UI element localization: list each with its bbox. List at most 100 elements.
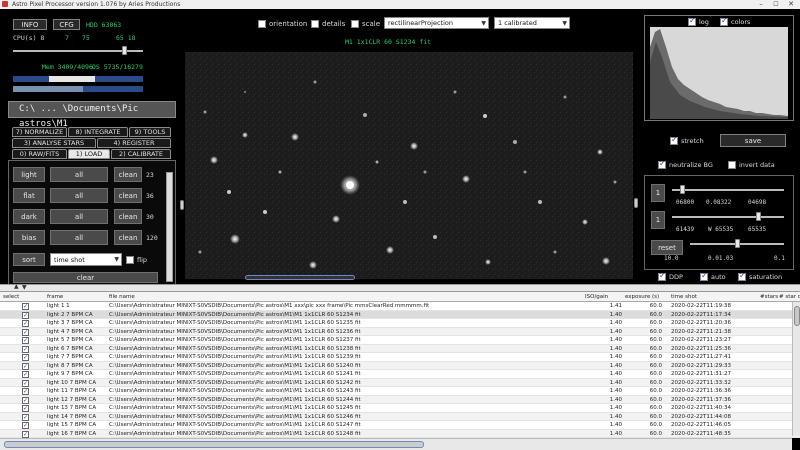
- clear-button[interactable]: clear: [13, 272, 158, 283]
- table-row[interactable]: ✓ light 4 7 BPM CA C:\Users\Administrate…: [0, 327, 800, 336]
- col-header-star-density[interactable]: # star de: [779, 292, 800, 302]
- tab-load[interactable]: 1) LOAD: [68, 149, 110, 159]
- row-select-checkbox[interactable]: ✓: [22, 388, 29, 395]
- row-select-checkbox[interactable]: ✓: [22, 379, 29, 387]
- row-select-checkbox[interactable]: ✓: [22, 422, 29, 429]
- col-header-frame[interactable]: frame: [47, 292, 105, 302]
- sort-dropdown[interactable]: time shot ▼: [50, 253, 122, 266]
- row-select-checkbox[interactable]: ✓: [22, 328, 29, 336]
- table-row[interactable]: ✓ light 5 7 BPM CA C:\Users\Administrate…: [0, 336, 800, 345]
- tab-tools[interactable]: 9) TOOLS: [129, 127, 171, 137]
- auto-checkbox[interactable]: [700, 271, 708, 281]
- tab-normalize[interactable]: 7) NORMALIZE: [12, 127, 67, 137]
- row-select-checkbox[interactable]: ✓: [22, 303, 29, 310]
- load-light-button[interactable]: light: [13, 167, 45, 182]
- orientation-checkbox[interactable]: [258, 20, 266, 28]
- right-panel-collapse-handle[interactable]: [634, 198, 638, 208]
- tab-calibrate[interactable]: 2) CALIBRATE: [111, 149, 171, 159]
- table-row[interactable]: ✓ light 16 7 BPM CA C:\Users\Administrat…: [0, 429, 800, 438]
- table-row[interactable]: ✓ light 3 7 BPM CA C:\Users\Administrate…: [0, 319, 800, 328]
- col-header-exposure[interactable]: exposure (s): [625, 292, 669, 302]
- projection-dropdown[interactable]: rectilinearProjection ▼: [384, 17, 489, 29]
- white-point-slider[interactable]: [672, 216, 784, 218]
- tab-raw-fits[interactable]: 0) RAW/FITS: [12, 149, 67, 159]
- table-row[interactable]: ✓ light 1 1 C:\Users\Administrateur MINI…: [0, 302, 800, 311]
- collapse-up-icon[interactable]: ▲: [14, 283, 19, 290]
- table-hscroll-thumb[interactable]: [4, 441, 424, 448]
- table-row[interactable]: ✓ light 14 7 BPM CA C:\Users\Administrat…: [0, 412, 800, 421]
- invert-data-checkbox[interactable]: [728, 161, 736, 169]
- table-row[interactable]: ✓ light 15 7 BPM CA C:\Users\Administrat…: [0, 421, 800, 430]
- info-button[interactable]: INFO: [13, 19, 47, 30]
- clean-bias-button[interactable]: clean: [114, 230, 142, 245]
- tab-register[interactable]: 4) REGISTER: [97, 138, 171, 148]
- load-dark-all-button[interactable]: all: [50, 209, 108, 224]
- colors-checkbox[interactable]: [720, 16, 728, 26]
- neutralize-bg-checkbox[interactable]: [658, 159, 666, 169]
- load-dark-button[interactable]: dark: [13, 209, 45, 224]
- table-row[interactable]: ✓ light 8 7 BPM CA C:\Users\Administrate…: [0, 361, 800, 370]
- maximize-button[interactable]: ☐: [769, 0, 783, 9]
- col-header-stars[interactable]: #stars: [760, 292, 778, 302]
- black-point-knob[interactable]: [680, 185, 685, 194]
- left-panel-collapse-handle[interactable]: [180, 200, 184, 210]
- midtone-knob[interactable]: [735, 239, 740, 248]
- white-point-button[interactable]: 1: [651, 211, 665, 229]
- collapse-down-icon[interactable]: ▼: [22, 284, 27, 291]
- load-flat-button[interactable]: flat: [13, 188, 45, 203]
- row-select-checkbox[interactable]: ✓: [22, 430, 29, 438]
- save-button[interactable]: save: [720, 134, 786, 147]
- cfg-button[interactable]: CFG: [53, 19, 80, 30]
- table-row[interactable]: ✓ light 7 7 BPM CA C:\Users\Administrate…: [0, 353, 800, 362]
- flip-checkbox[interactable]: [126, 256, 134, 264]
- details-checkbox[interactable]: [311, 20, 319, 28]
- row-select-checkbox[interactable]: ✓: [22, 320, 29, 327]
- table-horizontal-scrollbar[interactable]: [0, 438, 792, 450]
- table-row[interactable]: ✓ light 2 7 BPM CA C:\Users\Administrate…: [0, 310, 800, 319]
- black-point-button[interactable]: 1: [651, 184, 665, 202]
- ddp-checkbox[interactable]: [658, 271, 666, 281]
- stretch-checkbox[interactable]: [670, 135, 678, 145]
- black-point-slider[interactable]: [672, 189, 784, 191]
- row-select-checkbox[interactable]: ✓: [22, 345, 29, 353]
- col-header-iso-gain[interactable]: ISO/gain: [585, 292, 625, 302]
- clean-light-button[interactable]: clean: [114, 167, 142, 182]
- minimize-button[interactable]: –: [754, 0, 768, 9]
- image-viewer[interactable]: [185, 52, 633, 279]
- tab-analyse-stars[interactable]: 3) ANALYSE STARS: [12, 138, 96, 148]
- saturation-checkbox[interactable]: [738, 271, 746, 281]
- cpu-slider-knob[interactable]: [122, 46, 127, 55]
- calibration-dropdown[interactable]: 1 calibrated ▼: [494, 17, 570, 29]
- load-bias-all-button[interactable]: all: [50, 230, 108, 245]
- row-select-checkbox[interactable]: ✓: [22, 337, 29, 344]
- load-light-all-button[interactable]: all: [50, 167, 108, 182]
- table-vertical-scrollbar[interactable]: [792, 302, 800, 436]
- close-button[interactable]: ✕: [784, 0, 798, 9]
- table-row[interactable]: ✓ light 13 7 BPM CA C:\Users\Administrat…: [0, 404, 800, 413]
- row-select-checkbox[interactable]: ✓: [22, 311, 29, 319]
- row-select-checkbox[interactable]: ✓: [22, 405, 29, 412]
- clean-dark-button[interactable]: clean: [114, 209, 142, 224]
- reset-button[interactable]: reset: [651, 240, 683, 255]
- row-select-checkbox[interactable]: ✓: [22, 354, 29, 361]
- log-checkbox[interactable]: [688, 16, 696, 26]
- white-point-knob[interactable]: [756, 212, 761, 221]
- clean-flat-button[interactable]: clean: [114, 188, 142, 203]
- row-select-checkbox[interactable]: ✓: [22, 362, 29, 370]
- col-header-select[interactable]: select: [3, 292, 21, 302]
- table-row[interactable]: ✓ light 12 7 BPM CA C:\Users\Administrat…: [0, 395, 800, 404]
- scale-checkbox[interactable]: [351, 20, 359, 28]
- table-row[interactable]: ✓ light 11 7 BPM CA C:\Users\Administrat…: [0, 387, 800, 396]
- load-panel-scrollbar[interactable]: [166, 172, 173, 282]
- table-scroll-thumb[interactable]: [794, 306, 800, 326]
- table-row[interactable]: ✓ light 9 7 BPM CA C:\Users\Administrate…: [0, 370, 800, 379]
- load-flat-all-button[interactable]: all: [50, 188, 108, 203]
- image-horizontal-scrollbar[interactable]: [245, 275, 355, 280]
- col-header-file-name[interactable]: file name: [109, 292, 579, 302]
- table-row[interactable]: ✓ light 6 7 BPM CA C:\Users\Administrate…: [0, 344, 800, 353]
- working-directory-field[interactable]: C:\ ... \Documents\Pic astros\M1: [8, 101, 176, 129]
- table-row[interactable]: ✓ light 10 7 BPM CA C:\Users\Administrat…: [0, 378, 800, 387]
- row-select-checkbox[interactable]: ✓: [22, 413, 29, 421]
- panel-splitter[interactable]: ▲ ▼: [0, 283, 800, 292]
- row-select-checkbox[interactable]: ✓: [22, 396, 29, 404]
